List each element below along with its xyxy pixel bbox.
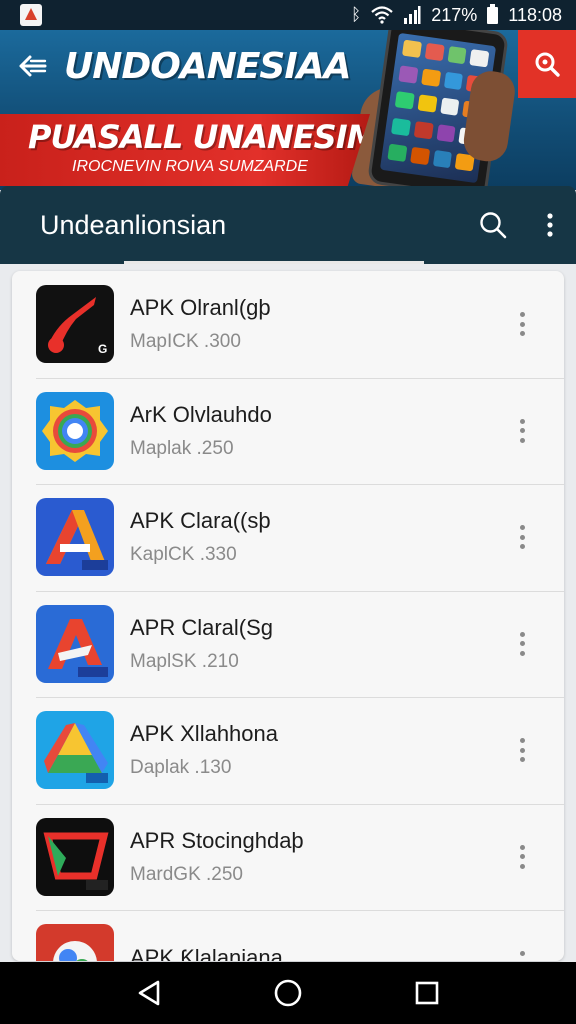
nav-home-button[interactable] <box>273 978 303 1008</box>
app-meta: MapICK .300 <box>130 331 241 353</box>
item-more-button[interactable] <box>510 416 534 446</box>
list-item[interactable]: APK Xllahhona Daplak .130 <box>12 697 564 804</box>
nav-back-button[interactable] <box>136 979 162 1007</box>
list-item[interactable]: APK Ƙlalaniana <box>12 910 564 961</box>
app-name: APR Stocinghdaþ <box>130 827 304 853</box>
app-name: APR Claral(Sɡ <box>130 614 274 640</box>
app-text: ArK Olvlauhdo Maplak .250 <box>130 402 272 460</box>
search-icon <box>535 52 560 77</box>
arrow-back-icon <box>19 55 47 77</box>
app-meta: Daplak .130 <box>130 757 232 779</box>
overflow-menu-button[interactable] <box>546 212 554 238</box>
banner-title: UNDOANESIAA <box>64 45 351 87</box>
promo-subtitle: IROCNEVIN ROIVA SUMZARDE <box>72 158 308 175</box>
toolbar-actions <box>478 210 554 240</box>
promo-banner[interactable]: UNDOANESIAA PUASALL UNANESIM IROCNEVIN R… <box>0 30 576 190</box>
search-icon <box>480 212 507 239</box>
battery-percent: 217% <box>431 4 478 25</box>
app-text: APK Clara((sþ KaplCK .330 <box>130 508 271 566</box>
signal-icon <box>404 6 421 24</box>
circle-home-icon <box>274 979 302 1007</box>
square-recents-icon <box>416 981 439 1005</box>
letter-a-red-icon <box>36 604 114 683</box>
bluetooth-icon: ᛒ <box>351 5 362 24</box>
app-name: APK Olranl(ɡþ <box>130 295 271 321</box>
app-toolbar: Undeanlionsian <box>0 186 576 264</box>
banner-search-button[interactable] <box>518 30 576 98</box>
app-meta: KaplCK .330 <box>130 544 237 566</box>
camera-lens-icon <box>36 391 114 470</box>
phone-illustration <box>350 30 519 190</box>
item-more-button[interactable] <box>510 522 534 552</box>
app-list: G APK Olranl(ɡþ MapICK .300 ArK Olvlauhd… <box>12 271 564 961</box>
letter-a-icon <box>36 498 114 577</box>
circle-logo-icon <box>36 924 114 961</box>
square-frame-icon <box>36 817 114 896</box>
toolbar-search-button[interactable] <box>478 210 508 240</box>
app-name: APK Ƙlalaniana <box>130 945 283 961</box>
item-more-button[interactable] <box>510 309 534 339</box>
list-item[interactable]: APR Claral(Sɡ MaplSK .210 <box>12 590 564 698</box>
more-vertical-icon <box>547 213 553 237</box>
list-item[interactable]: APR Stocinghdaþ MardGK .250 <box>12 803 564 911</box>
app-meta: MardGK .250 <box>130 863 243 885</box>
app-text: APR Claral(Sɡ MaplSK .210 <box>130 615 273 673</box>
triangle-drive-icon <box>36 711 114 790</box>
app-name: APK Xllahhona <box>130 721 278 747</box>
page-title: Undeanlionsian <box>40 209 227 240</box>
list-item[interactable]: G APK Olranl(ɡþ MapICK .300 <box>12 271 564 378</box>
list-item[interactable]: ArK Olvlauhdo Maplak .250 <box>12 377 564 485</box>
app-text: APK Ƙlalaniana <box>130 945 283 961</box>
item-more-button[interactable] <box>510 629 534 659</box>
music-note-icon: G <box>36 285 114 364</box>
item-more-button[interactable] <box>510 948 534 961</box>
app-text: APK Xllahhona Daplak .130 <box>130 721 278 779</box>
system-nav-bar <box>0 962 576 1024</box>
svg-text:G: G <box>98 342 107 356</box>
wifi-icon <box>371 6 393 24</box>
app-text: APK Olranl(ɡþ MapICK .300 <box>130 295 271 353</box>
app-text: APR Stocinghdaþ MardGK .250 <box>130 828 304 886</box>
status-bar: ᛒ 217% 118:08 <box>0 0 576 30</box>
app-meta: Maplak .250 <box>130 437 234 459</box>
item-more-button[interactable] <box>510 735 534 765</box>
item-more-button[interactable] <box>510 842 534 872</box>
promo-title: PUASALL UNANESIM <box>28 118 378 156</box>
status-indicators: ᛒ 217% 118:08 <box>351 3 562 26</box>
status-time: 118:08 <box>508 4 562 25</box>
tab-indicator <box>124 261 424 264</box>
promo-strip: PUASALL UNANESIM IROCNEVIN ROIVA SUMZARD… <box>0 114 370 186</box>
list-item[interactable]: APK Clara((sþ KaplCK .330 <box>12 484 564 591</box>
back-button[interactable] <box>0 34 64 98</box>
triangle-back-icon <box>138 980 159 1006</box>
battery-icon <box>487 3 499 24</box>
app-meta: MaplSK .210 <box>130 650 239 672</box>
nav-recents-button[interactable] <box>414 980 440 1006</box>
app-name: ArK Olvlauhdo <box>130 401 272 427</box>
notification-app-icon <box>20 4 42 26</box>
app-name: APK Clara((sþ <box>130 508 271 534</box>
